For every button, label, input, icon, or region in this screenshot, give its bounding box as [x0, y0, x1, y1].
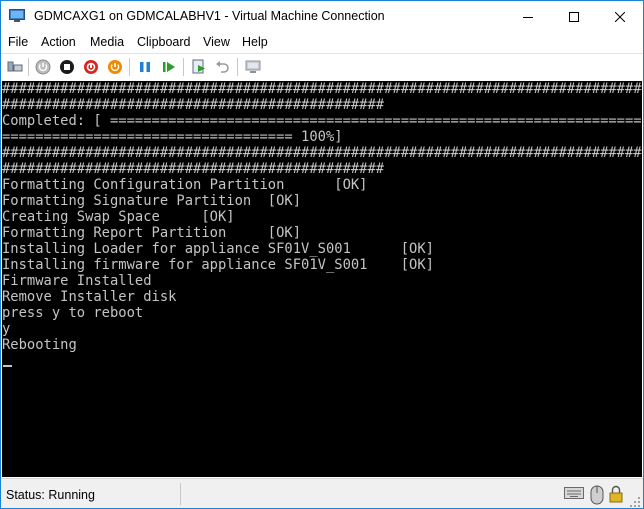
- menu-help[interactable]: Help: [242, 35, 268, 49]
- text-cursor: [3, 365, 12, 367]
- console-line: press y to reboot: [2, 305, 144, 321]
- menu-media[interactable]: Media: [90, 35, 124, 49]
- toolbar-separator: [28, 58, 29, 76]
- resize-grip-icon[interactable]: [629, 495, 641, 507]
- window-title: GDMCAXG1 on GDMCALABHV1 - Virtual Machin…: [34, 9, 385, 23]
- vm-connection-app-icon: [9, 9, 25, 23]
- start-icon[interactable]: [33, 57, 53, 77]
- close-button[interactable]: [597, 1, 643, 32]
- menu-action[interactable]: Action: [41, 35, 76, 49]
- console-line: Firmware Installed: [2, 273, 152, 289]
- lock-icon: [609, 485, 623, 508]
- keyboard-icon: [564, 485, 584, 506]
- console-line: Completed: [ ===========================…: [2, 113, 642, 129]
- menu-clipboard[interactable]: Clipboard: [137, 35, 191, 49]
- console-line: Rebooting: [2, 337, 77, 353]
- console-line: ########################################…: [2, 97, 385, 113]
- revert-icon[interactable]: [213, 57, 233, 77]
- title-bar[interactable]: GDMCAXG1 on GDMCALABHV1 - Virtual Machin…: [1, 1, 643, 32]
- status-text: Status: Running: [6, 488, 95, 502]
- console-line: Remove Installer disk: [2, 289, 177, 305]
- toolbar-separator: [237, 58, 238, 76]
- menu-bar: File Action Media Clipboard View Help: [1, 32, 643, 53]
- console-line: Formatting Signature Partition [OK]: [2, 193, 302, 209]
- enhanced-session-icon[interactable]: [243, 57, 263, 77]
- console-line: Creating Swap Space [OK]: [2, 209, 235, 225]
- resume-icon[interactable]: [159, 57, 179, 77]
- shutdown-icon[interactable]: [81, 57, 101, 77]
- console-line: Installing Loader for appliance SF01V_S0…: [2, 241, 434, 257]
- console-line: Formatting Configuration Partition [OK]: [2, 177, 368, 193]
- console-line: Formatting Report Partition [OK]: [2, 225, 302, 241]
- console-line: y: [2, 321, 11, 337]
- pause-icon[interactable]: [135, 57, 155, 77]
- console-line: ########################################…: [2, 81, 642, 97]
- status-separator: [180, 483, 181, 505]
- save-icon[interactable]: [105, 57, 125, 77]
- toolbar: [1, 53, 643, 81]
- ctrl-alt-del-icon[interactable]: [5, 57, 25, 77]
- mouse-icon: [590, 485, 604, 508]
- status-bar: Status: Running: [1, 478, 643, 508]
- menu-file[interactable]: File: [8, 35, 28, 49]
- console-line: =================================== 100%…: [2, 129, 343, 145]
- menu-view[interactable]: View: [203, 35, 230, 49]
- maximize-button[interactable]: [551, 1, 597, 32]
- vm-console-screen[interactable]: ########################################…: [2, 81, 642, 477]
- toolbar-separator: [129, 58, 130, 76]
- minimize-button[interactable]: [505, 1, 551, 32]
- turn-off-icon[interactable]: [57, 57, 77, 77]
- toolbar-separator: [183, 58, 184, 76]
- vm-connection-window: GDMCAXG1 on GDMCALABHV1 - Virtual Machin…: [0, 0, 644, 509]
- checkpoint-icon[interactable]: [189, 57, 209, 77]
- console-line: Installing firmware for appliance SF01V_…: [2, 257, 434, 273]
- console-line: ########################################…: [2, 161, 385, 177]
- console-line: ########################################…: [2, 145, 642, 161]
